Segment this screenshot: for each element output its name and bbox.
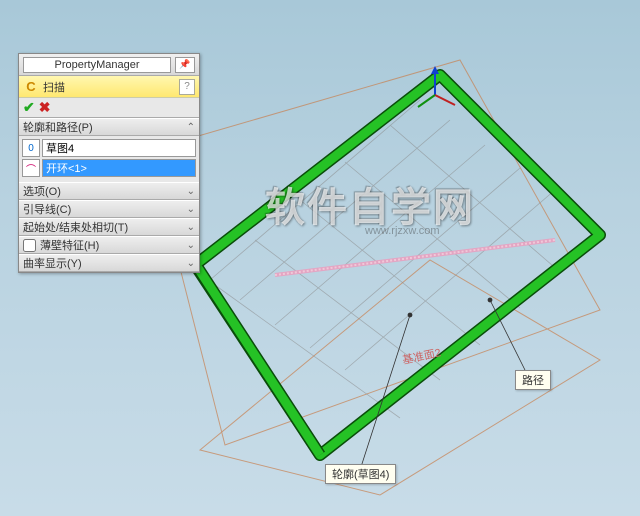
section-options[interactable]: 选项(O) ⌄	[19, 182, 199, 200]
pin-icon[interactable]: 📌	[175, 57, 195, 73]
callout-profile[interactable]: 轮廓(草图4)	[325, 464, 396, 484]
cancel-button[interactable]: ✖	[39, 99, 51, 116]
path-input[interactable]: 开环<1>	[42, 159, 196, 177]
section-profile-path[interactable]: 轮廓和路径(P) ⌃	[19, 118, 199, 136]
pm-title: PropertyManager	[23, 57, 171, 73]
section-label: 选项(O)	[23, 183, 187, 199]
callout-path[interactable]: 路径	[515, 370, 551, 390]
section-profile-path-body: 0 草图4 ⌒ 开环<1>	[19, 136, 199, 182]
chevron-up-icon: ⌃	[187, 122, 195, 133]
profile-input[interactable]: 草图4	[42, 139, 196, 157]
chevron-down-icon: ⌄	[187, 240, 195, 251]
section-tangency[interactable]: 起始处/结束处相切(T) ⌄	[19, 218, 199, 236]
ok-button[interactable]: ✔	[23, 99, 35, 116]
thin-feature-checkbox[interactable]	[23, 239, 36, 252]
sweep-icon: C	[23, 79, 39, 95]
chevron-down-icon: ⌄	[187, 186, 195, 197]
profile-icon[interactable]: 0	[22, 139, 40, 157]
section-label: 轮廓和路径(P)	[23, 119, 187, 135]
chevron-down-icon: ⌄	[187, 222, 195, 233]
section-thin[interactable]: 薄壁特征(H) ⌄	[19, 236, 199, 254]
section-guides[interactable]: 引导线(C) ⌄	[19, 200, 199, 218]
section-curvature[interactable]: 曲率显示(Y) ⌄	[19, 254, 199, 272]
property-manager-panel: PropertyManager 📌 C 扫描 ? ✔ ✖ 轮廓和路径(P) ⌃ …	[18, 53, 200, 273]
section-label: 引导线(C)	[23, 201, 187, 217]
feature-header: C 扫描 ?	[19, 76, 199, 98]
section-label: 起始处/结束处相切(T)	[23, 219, 187, 235]
chevron-down-icon: ⌄	[187, 258, 195, 269]
pm-titlebar: PropertyManager 📌	[19, 54, 199, 76]
ok-cancel-bar: ✔ ✖	[19, 98, 199, 118]
section-label: 薄壁特征(H)	[40, 237, 187, 253]
help-button[interactable]: ?	[179, 79, 195, 95]
chevron-down-icon: ⌄	[187, 204, 195, 215]
path-icon[interactable]: ⌒	[22, 159, 40, 177]
section-label: 曲率显示(Y)	[23, 255, 187, 271]
feature-name: 扫描	[43, 79, 179, 95]
